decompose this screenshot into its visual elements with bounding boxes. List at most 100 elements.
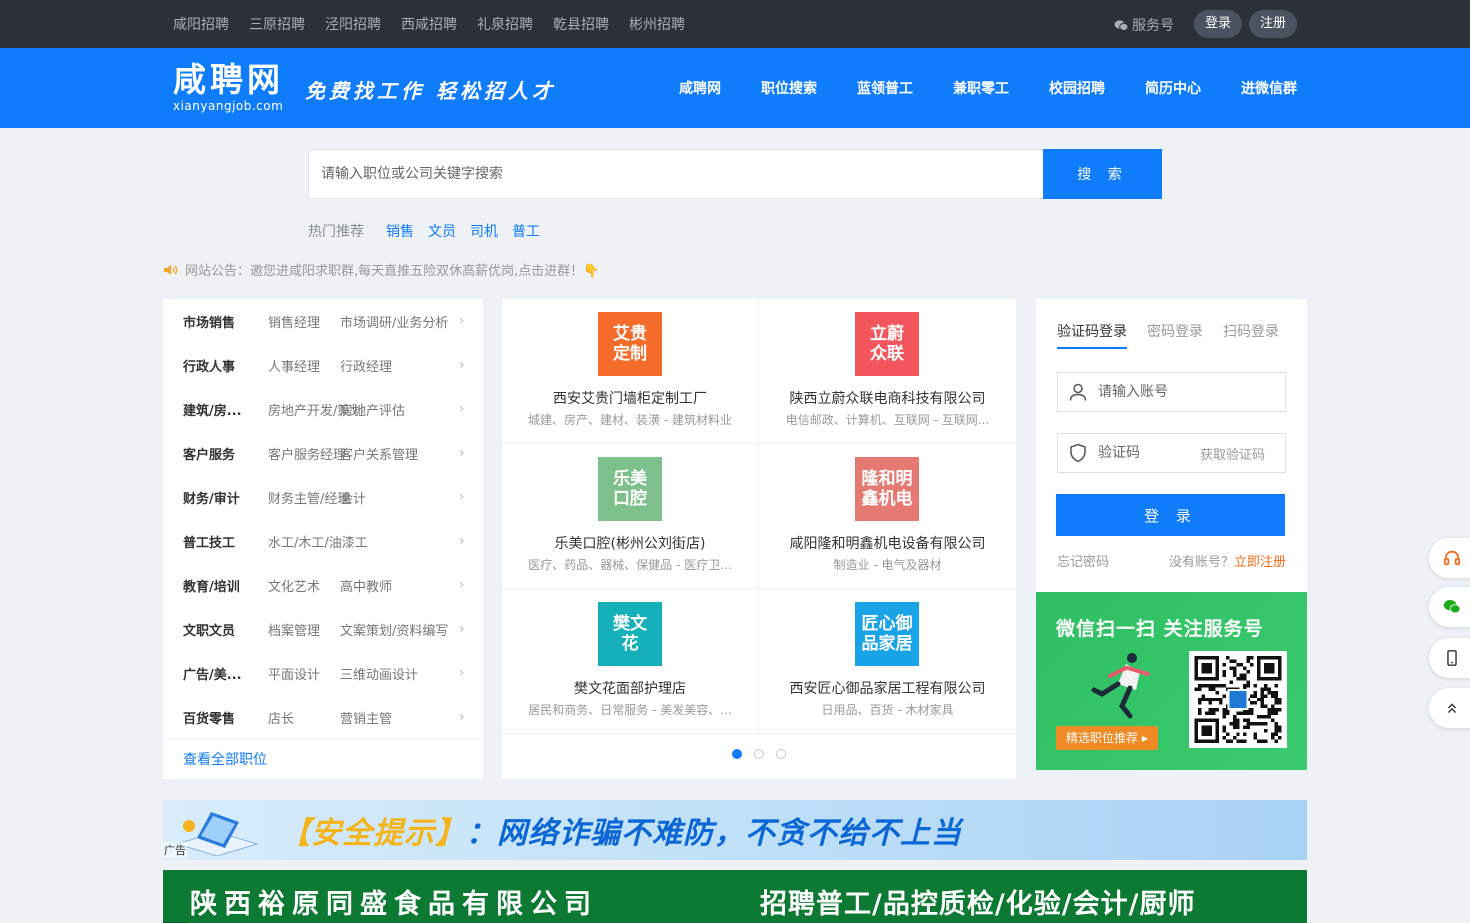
subcategory-link[interactable]: 人事经理: [268, 356, 320, 375]
register-now-link[interactable]: 立即注册: [1234, 555, 1286, 570]
category-name[interactable]: 百货零售: [183, 708, 251, 727]
category-row[interactable]: 行政人事 人事经理 行政经理 ›: [163, 343, 483, 387]
category-name[interactable]: 普工技工: [183, 532, 251, 551]
subcategory-link[interactable]: 平面设计: [268, 664, 320, 683]
company-recruit-banner[interactable]: 陕西裕原同盛食品有限公司 招聘普工/品控质检/化验/会计/厨师 广告: [163, 870, 1307, 923]
hot-keyword[interactable]: 司机: [470, 221, 498, 241]
category-row[interactable]: 客户服务 客户服务经理 客户关系管理 ›: [163, 431, 483, 475]
safety-banner[interactable]: 【安全提示】：网络诈骗不难防，不贪不给不上当 广告: [163, 800, 1307, 860]
tab-qrcode-login[interactable]: 扫码登录: [1223, 321, 1279, 349]
tab-password-login[interactable]: 密码登录: [1147, 321, 1203, 349]
city-link-xianyang[interactable]: 咸阳招聘: [173, 14, 229, 34]
city-link-liquan[interactable]: 礼泉招聘: [477, 14, 533, 34]
company-card[interactable]: 樊文花樊文花面部护理店 居民和商务、日常服务 - 美发美容、...: [502, 589, 759, 734]
subcategory-link[interactable]: 客户服务经理: [268, 444, 346, 463]
subcategory-link[interactable]: 水工/木工/油漆工: [268, 532, 368, 551]
city-link-binzhou[interactable]: 彬州招聘: [629, 14, 685, 34]
subcategory-link[interactable]: 财务主管/经理: [268, 488, 350, 507]
category-row[interactable]: 普工技工 水工/木工/油漆工 ›: [163, 519, 483, 563]
safety-message: ：网络诈骗不难防，不贪不给不上当: [466, 816, 962, 851]
nav-blue-collar[interactable]: 蓝领普工: [857, 78, 913, 98]
hot-keyword[interactable]: 文员: [428, 221, 456, 241]
company-name[interactable]: 咸阳隆和明鑫机电设备有限公司: [759, 533, 1016, 553]
subcategory-link[interactable]: 高中教师: [340, 576, 392, 595]
category-row[interactable]: 教育/培训 文化艺术 高中教师 ›: [163, 563, 483, 607]
customer-service-float[interactable]: [1429, 538, 1470, 578]
city-link-xixian[interactable]: 西咸招聘: [401, 14, 457, 34]
subcategory-link[interactable]: 房地产评估: [340, 400, 405, 419]
category-name[interactable]: 客户服务: [183, 444, 251, 463]
forgot-password-link[interactable]: 忘记密码: [1057, 555, 1109, 570]
chevron-right-icon: ›: [459, 313, 465, 329]
back-to-top-float[interactable]: [1429, 688, 1470, 728]
hot-keyword[interactable]: 销售: [386, 221, 414, 241]
category-row[interactable]: 财务/审计 财务主管/经理 会计 ›: [163, 475, 483, 519]
company-card[interactable]: 艾贵 定制 西安艾贵门墙柜定制工厂 城建、房产、建材、装潢 - 建筑材料业: [502, 299, 759, 444]
site-logo[interactable]: 咸聘网 xianyangjob.com: [173, 62, 284, 114]
category-name[interactable]: 市场销售: [183, 312, 251, 331]
wechat-icon: [1114, 19, 1129, 31]
subcategory-link[interactable]: 行政经理: [340, 356, 392, 375]
chevron-right-icon: ›: [459, 401, 465, 417]
company-card[interactable]: 匠心御 品家居 西安匠心御品家居工程有限公司 日用品、百货 - 木材家具: [759, 589, 1016, 734]
category-row[interactable]: 市场销售 销售经理 市场调研/业务分析 ›: [163, 299, 483, 343]
nav-resume-center[interactable]: 简历中心: [1145, 78, 1201, 98]
category-row[interactable]: 文职文员 档案管理 文案策划/资料编写 ›: [163, 607, 483, 651]
account-input[interactable]: [1088, 373, 1285, 411]
subcategory-link[interactable]: 档案管理: [268, 620, 320, 639]
city-link-qianxian[interactable]: 乾县招聘: [553, 14, 609, 34]
mobile-float[interactable]: [1429, 638, 1470, 678]
company-name[interactable]: 陕西立蔚众联电商科技有限公司: [759, 388, 1016, 408]
company-name[interactable]: 西安匠心御品家居工程有限公司: [759, 678, 1016, 698]
carousel-dot[interactable]: [754, 749, 764, 759]
subcategory-link[interactable]: 店长: [268, 708, 294, 727]
site-notice[interactable]: 网站公告：邀您进咸阳求职群,每天直推五险双休高薪优岗,点击进群！👇: [163, 260, 599, 279]
category-name[interactable]: 教育/培训: [183, 576, 251, 595]
subcategory-link[interactable]: 文化艺术: [268, 576, 320, 595]
wechat-promo[interactable]: 微信扫一扫 关注服务号 精选职位推荐 ▸: [1036, 592, 1307, 770]
category-name[interactable]: 行政人事: [183, 356, 251, 375]
subcategory-link[interactable]: 文案策划/资料编写: [340, 620, 448, 639]
carousel-dot[interactable]: [776, 749, 786, 759]
hot-keyword[interactable]: 普工: [512, 221, 540, 241]
company-name[interactable]: 乐美口腔(彬州公刘街店): [502, 533, 758, 553]
company-card[interactable]: 隆和明 鑫机电 咸阳隆和明鑫机电设备有限公司 制造业 - 电气及器材: [759, 444, 1016, 589]
company-card[interactable]: 立蔚 众联 陕西立蔚众联电商科技有限公司 电信邮政、计算机、互联网 - 互联网...: [759, 299, 1016, 444]
company-name[interactable]: 樊文花面部护理店: [502, 678, 758, 698]
subcategory-link[interactable]: 市场调研/业务分析: [340, 312, 448, 331]
category-row[interactable]: 百货零售 店长 营销主管 ›: [163, 695, 483, 739]
company-name[interactable]: 西安艾贵门墙柜定制工厂: [502, 388, 758, 408]
subcategory-link[interactable]: 客户关系管理: [340, 444, 418, 463]
login-submit-button[interactable]: 登 录: [1056, 494, 1285, 536]
category-name[interactable]: 财务/审计: [183, 488, 251, 507]
category-row[interactable]: 建筑/房... 房地产开发/策划 房地产评估 ›: [163, 387, 483, 431]
nav-home[interactable]: 咸聘网: [679, 78, 721, 98]
double-chevron-up-icon: [1447, 703, 1457, 714]
category-row[interactable]: 广告/美... 平面设计 三维动画设计 ›: [163, 651, 483, 695]
category-name[interactable]: 文职文员: [183, 620, 251, 639]
view-all-jobs-link[interactable]: 查看全部职位: [163, 739, 483, 779]
category-name[interactable]: 建筑/房...: [183, 400, 251, 419]
subcategory-link[interactable]: 营销主管: [340, 708, 392, 727]
wechat-float[interactable]: [1429, 587, 1470, 627]
subcategory-link[interactable]: 会计: [340, 488, 366, 507]
register-button[interactable]: 注册: [1249, 10, 1297, 38]
wechat-icon: [1443, 599, 1461, 614]
nav-job-search[interactable]: 职位搜索: [761, 78, 817, 98]
service-account-link[interactable]: 服务号: [1114, 15, 1174, 35]
carousel-dot[interactable]: [732, 749, 742, 759]
subcategory-link[interactable]: 销售经理: [268, 312, 320, 331]
search-input[interactable]: [309, 150, 1043, 198]
nav-part-time[interactable]: 兼职零工: [953, 78, 1009, 98]
search-button[interactable]: 搜 索: [1043, 149, 1162, 199]
login-button[interactable]: 登录: [1194, 10, 1242, 38]
tab-sms-login[interactable]: 验证码登录: [1057, 321, 1127, 349]
company-card[interactable]: 乐美 口腔 乐美口腔(彬州公刘街店) 医疗、药品、器械、保健品 - 医疗卫...: [502, 444, 759, 589]
city-link-sanyuan[interactable]: 三原招聘: [249, 14, 305, 34]
nav-wechat-group[interactable]: 进微信群: [1241, 78, 1297, 98]
category-name[interactable]: 广告/美...: [183, 664, 251, 683]
subcategory-link[interactable]: 三维动画设计: [340, 664, 418, 683]
city-link-jingyang[interactable]: 泾阳招聘: [325, 14, 381, 34]
nav-campus[interactable]: 校园招聘: [1049, 78, 1105, 98]
get-code-button[interactable]: 获取验证码: [1200, 444, 1265, 463]
